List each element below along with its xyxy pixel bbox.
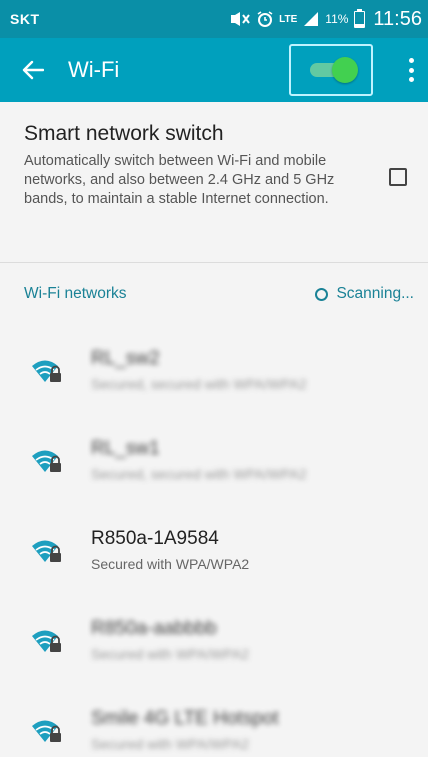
scanning-status: Scanning...: [315, 285, 414, 303]
network-item[interactable]: Smile 4G LTE Hotspot Secured with WPA/WP…: [0, 685, 428, 757]
wifi-networks-header: Wi-Fi networks Scanning...: [0, 263, 428, 325]
toggle-thumb: [332, 57, 358, 83]
battery-icon: [354, 8, 366, 28]
network-item[interactable]: R850a-1A9584 Secured with WPA/WPA2: [0, 505, 428, 595]
wifi-locked-icon: [30, 448, 64, 474]
network-name: R850a-1A9584: [91, 528, 219, 549]
network-item[interactable]: RL_sw1 Secured, secured with WPA/WPA2: [0, 415, 428, 505]
network-security: Secured with WPA/WPA2: [91, 646, 250, 662]
network-security: Secured, secured with WPA/WPA2: [91, 466, 307, 482]
smart-network-switch-description: Automatically switch between Wi-Fi and m…: [24, 153, 335, 207]
wifi-locked-icon: [30, 538, 64, 564]
network-security: Secured with WPA/WPA2: [91, 556, 250, 572]
back-arrow-icon[interactable]: [20, 57, 46, 83]
carrier-label: SKT: [10, 11, 40, 27]
network-name: R850a-aabbbb: [91, 618, 217, 639]
mute-vibrate-icon: [229, 11, 251, 27]
smart-network-switch-checkbox[interactable]: [389, 168, 407, 186]
status-bar: SKT LTE 11% 11:56: [0, 0, 428, 38]
network-name: RL_sw1: [91, 438, 160, 459]
wifi-locked-icon: [30, 358, 64, 384]
wifi-toggle[interactable]: [289, 44, 373, 96]
wifi-locked-icon: [30, 628, 64, 654]
battery-percent: 11%: [325, 12, 349, 26]
alarm-icon: [257, 11, 273, 27]
signal-strength-icon: [303, 11, 319, 27]
network-security: Secured, secured with WPA/WPA2: [91, 376, 307, 392]
network-name: Smile 4G LTE Hotspot: [91, 708, 279, 729]
smart-network-switch-row[interactable]: Smart network switch Automatically switc…: [0, 102, 428, 262]
network-item[interactable]: R850a-aabbbb Secured with WPA/WPA2: [0, 595, 428, 685]
smart-network-switch-title: Smart network switch: [24, 122, 224, 145]
wifi-settings-screen: SKT LTE 11% 11:56 Wi-Fi Smart network sw…: [0, 0, 428, 757]
scanning-spinner-icon: [315, 287, 329, 301]
wifi-locked-icon: [30, 718, 64, 744]
app-bar: Wi-Fi: [0, 38, 428, 102]
network-list: RL_sw2 Secured, secured with WPA/WPA2 RL…: [0, 325, 428, 757]
scanning-label: Scanning...: [336, 285, 414, 302]
page-title: Wi-Fi: [68, 57, 120, 82]
clock: 11:56: [373, 7, 422, 30]
toggle-track: [310, 57, 358, 83]
wifi-networks-label: Wi-Fi networks: [24, 285, 127, 302]
network-name: RL_sw2: [91, 348, 160, 369]
network-security: Secured with WPA/WPA2: [91, 736, 250, 752]
lte-indicator: LTE: [279, 13, 298, 25]
status-icons: LTE 11% 11:56: [229, 8, 422, 31]
more-options-icon[interactable]: [408, 58, 414, 82]
network-item[interactable]: RL_sw2 Secured, secured with WPA/WPA2: [0, 325, 428, 415]
